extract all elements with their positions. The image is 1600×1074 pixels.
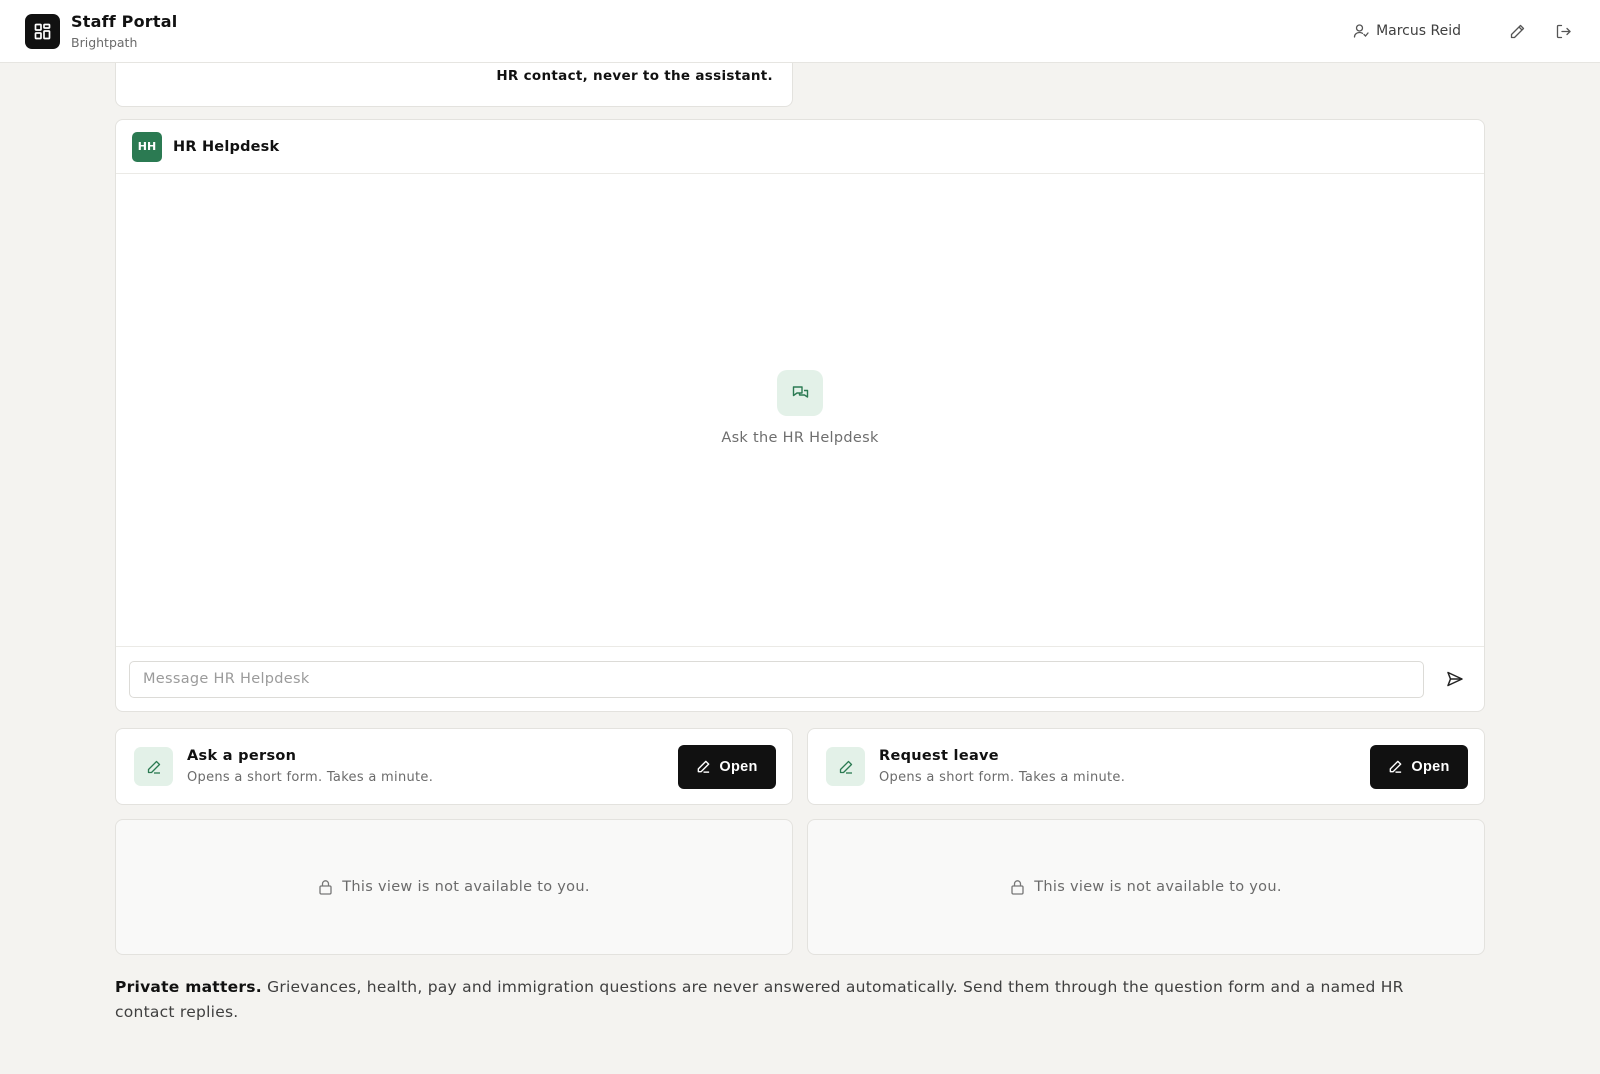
logout-icon[interactable] [1551, 19, 1575, 43]
policy-notice-text: HR contact, never to the assistant. [496, 68, 773, 84]
open-request-leave-button[interactable]: Open [1370, 744, 1468, 789]
user-name: Marcus Reid [1376, 23, 1461, 39]
chat-header: HH HR Helpdesk [116, 120, 1484, 174]
locked-view: This view is not available to you. [807, 819, 1485, 955]
private-matters-note: Private matters. Grievances, health, pay… [115, 975, 1445, 1025]
action-card-request-leave: Request leave Opens a short form. Takes … [807, 728, 1485, 805]
send-icon[interactable] [1443, 667, 1467, 691]
open-ask-person-button[interactable]: Open [678, 744, 776, 789]
header-actions: Marcus Reid [1353, 19, 1575, 43]
chat-messages[interactable]: Ask the HR Helpdesk [116, 174, 1484, 648]
chat-title: HR Helpdesk [173, 138, 280, 155]
app-title: Staff Portal [71, 12, 178, 31]
chat-composer [116, 646, 1484, 711]
locked-view-text: This view is not available to you. [1034, 879, 1282, 895]
note-heading: Private matters. [115, 978, 262, 996]
pencil-icon [1390, 760, 1402, 773]
chat-panel: HH HR Helpdesk Ask the HR Helpdesk [115, 119, 1485, 712]
grid-icon[interactable] [25, 13, 60, 49]
action-text: Ask a person Opens a short form. Takes a… [187, 748, 433, 785]
lock-icon [319, 880, 332, 895]
message-input[interactable] [129, 660, 1424, 698]
pencil-icon [826, 747, 865, 786]
action-title: Ask a person [187, 748, 297, 764]
pencil-icon[interactable] [1505, 19, 1529, 43]
action-description: Opens a short form. Takes a minute. [879, 770, 1126, 785]
empty-state-text: Ask the HR Helpdesk [721, 430, 879, 446]
action-card-ask-person: Ask a person Opens a short form. Takes a… [115, 728, 793, 805]
action-description: Opens a short form. Takes a minute. [187, 770, 434, 785]
lock-icon [1011, 880, 1024, 895]
action-text: Request leave Opens a short form. Takes … [879, 748, 1125, 785]
user-menu[interactable]: Marcus Reid [1353, 23, 1461, 39]
top-bar: Staff Portal Brightpath Marcus Reid [0, 0, 1600, 63]
pencil-icon [134, 747, 173, 786]
open-button-label: Open [719, 758, 758, 775]
open-button-label: Open [1411, 758, 1450, 775]
brand: Staff Portal Brightpath [71, 12, 177, 50]
org-name: Brightpath [71, 35, 138, 50]
locked-view: This view is not available to you. [115, 819, 793, 955]
assistant-avatar: HH [132, 131, 162, 162]
user-icon [1353, 24, 1369, 38]
pencil-icon [698, 760, 710, 773]
note-text: Grievances, health, pay and immigration … [115, 978, 1404, 1021]
locked-view-text: This view is not available to you. [342, 879, 590, 895]
empty-state: Ask the HR Helpdesk [116, 370, 1484, 446]
chat-bubbles-icon [777, 370, 823, 416]
action-title: Request leave [879, 748, 999, 764]
